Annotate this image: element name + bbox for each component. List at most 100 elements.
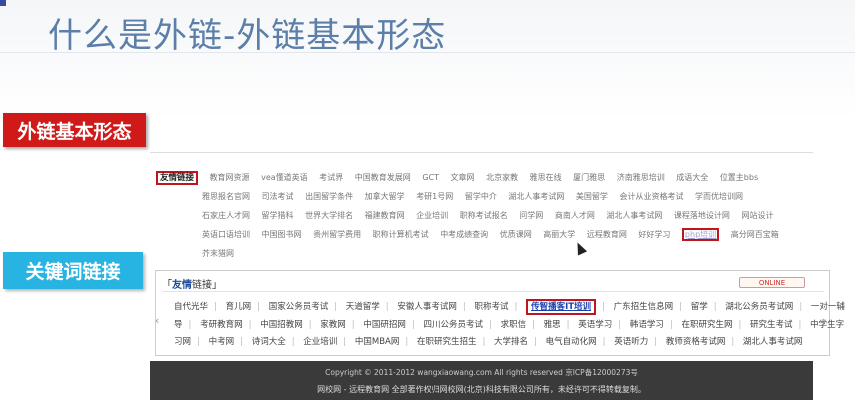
label-basic-form: 外链基本形态 xyxy=(3,113,146,147)
link-item[interactable]: 厦门雅思 xyxy=(573,173,605,182)
link-item[interactable]: 学而优培训网 xyxy=(695,192,743,201)
link-item[interactable]: 教育网资源 xyxy=(210,173,250,182)
link-item[interactable]: 文章网 xyxy=(451,173,475,182)
link-item[interactable]: 职称考试 xyxy=(474,302,508,312)
link-item[interactable]: 加拿大留学 xyxy=(365,192,405,201)
link-item[interactable]: 中国研招网 xyxy=(363,320,406,330)
footer-rights: 网校网 - 远程教育网 全部著作权归网校网(北京)科技有限公司所有，未经许可不得… xyxy=(317,385,646,394)
link-item[interactable]: 考研教育网 xyxy=(200,320,243,330)
link-item[interactable]: 留学中介 xyxy=(465,192,497,201)
link-item[interactable]: 商南人才网 xyxy=(555,211,595,220)
scroll-left-arrow-icon[interactable]: ‹ xyxy=(155,314,159,327)
link-item[interactable]: 成语大全 xyxy=(676,173,708,182)
link-item[interactable]: 四川公务员考试 xyxy=(423,320,483,330)
link-item[interactable]: 湖北人事考试网 xyxy=(606,211,662,220)
link-item[interactable]: 北京家教 xyxy=(486,173,518,182)
link-item[interactable]: 石家庄人才网 xyxy=(202,211,250,220)
link-item[interactable]: 中考网 xyxy=(209,337,235,347)
link-item[interactable]: 会计从业资格考试 xyxy=(619,192,683,201)
link-item[interactable]: 研究生考试 xyxy=(750,320,793,330)
link-item[interactable]: 湖北公务员考试网 xyxy=(725,302,793,312)
link-item[interactable]: 高分网百宝箱 xyxy=(731,230,779,239)
slide-title: 什么是外链-外链基本形态 xyxy=(48,16,447,56)
link-item[interactable]: 出国留学条件 xyxy=(305,192,353,201)
link-item[interactable]: 安徽人事考试网 xyxy=(397,302,457,312)
link-item[interactable]: 考研1号网 xyxy=(416,192,453,201)
link-item[interactable]: 中考成绩查询 xyxy=(440,230,488,239)
link-item[interactable]: 考试界 xyxy=(319,173,343,182)
friend-links-row-5: 芥末猎网 xyxy=(202,248,243,259)
friend-links-row-2: 雅思报名官网 司法考试 出国留学条件 加拿大留学 考研1号网 留学中介 湖北人事… xyxy=(202,191,752,202)
link-item[interactable]: 留学 xyxy=(691,302,708,312)
link-item[interactable]: 英语学习 xyxy=(578,320,612,330)
link-item[interactable]: 自代光华 xyxy=(174,302,208,312)
link-item[interactable]: 课程落地设计网 xyxy=(674,211,730,220)
highlighted-link-itcast[interactable]: 传智播客IT培训 xyxy=(526,299,597,315)
link-item[interactable]: 高丽大学 xyxy=(543,230,575,239)
link-item[interactable]: 中国教育发展网 xyxy=(355,173,411,182)
link-item[interactable]: 湖北人事考试网 xyxy=(508,192,564,201)
link-item[interactable]: 世界大学排名 xyxy=(305,211,353,220)
link-item[interactable]: 大学排名 xyxy=(494,337,528,347)
friend-links-screenshot-plain: 友情链接 教育网资源 vea懂道英语 考试界 中国教育发展网 GCT 文章网 北… xyxy=(150,152,813,258)
link-item[interactable]: 广东招生信息网 xyxy=(614,302,674,312)
link-item[interactable]: 习网 xyxy=(174,337,191,347)
keyword-links-row-2: 导 | 考研教育网 | 中国招教网 | 家教网 | 中国研招网 | 四川公务员考试 | 求职… xyxy=(174,320,845,330)
link-item[interactable]: 企业培训 xyxy=(303,337,337,347)
link-item[interactable]: 育儿网 xyxy=(226,302,252,312)
link-item[interactable]: 职称考试报名 xyxy=(460,211,508,220)
friend-links-box-heading: 「友情链接」 xyxy=(162,280,222,291)
link-item[interactable]: 英语口语培训 xyxy=(202,230,250,239)
link-item[interactable]: 国家公务员考试 xyxy=(269,302,329,312)
link-item[interactable]: 贵州留学费用 xyxy=(313,230,361,239)
scroll-right-arrow-icon[interactable]: › xyxy=(822,314,826,327)
link-item[interactable]: 家教网 xyxy=(320,320,346,330)
link-item[interactable]: 问学网 xyxy=(519,211,543,220)
link-item[interactable]: 好好学习 xyxy=(638,230,670,239)
friend-links-row-4: 英语口语培训 中国图书网 贵州留学费用 职称计算机考试 中考成绩查询 优质课网 … xyxy=(202,228,788,241)
link-item[interactable]: 诗词大全 xyxy=(252,337,286,347)
highlighted-link-php[interactable]: php培训 xyxy=(681,228,720,241)
footer-copyright: Copyright © 2011-2012 wangxiaowang.com A… xyxy=(325,368,638,377)
link-item[interactable]: 中国招教网 xyxy=(260,320,303,330)
corner-mark xyxy=(0,0,6,6)
link-item[interactable]: 雅思在线 xyxy=(530,173,562,182)
link-item[interactable]: 雅思报名官网 xyxy=(202,192,250,201)
link-item[interactable]: 在职研究生招生 xyxy=(417,337,477,347)
link-item[interactable]: 美国留学 xyxy=(576,192,608,201)
link-item[interactable]: 一对一辅 xyxy=(811,302,845,312)
link-item[interactable]: 雅思 xyxy=(544,320,561,330)
link-item[interactable]: 电气自动化网 xyxy=(546,337,597,347)
link-item[interactable]: 留学猎科 xyxy=(262,211,294,220)
link-item[interactable]: 网站设计 xyxy=(741,211,773,220)
link-item[interactable]: 中学生字 xyxy=(810,320,844,330)
label-keyword-link: 关键词链接 xyxy=(3,252,143,289)
link-item[interactable]: GCT xyxy=(422,173,439,182)
link-item[interactable]: 湖北人事考试网 xyxy=(743,337,803,347)
link-item[interactable]: 中国图书网 xyxy=(262,230,302,239)
site-footer: Copyright © 2011-2012 wangxiaowang.com A… xyxy=(150,361,813,400)
link-item[interactable]: 中国MBA网 xyxy=(355,337,399,347)
link-item[interactable]: 天道留学 xyxy=(346,302,380,312)
link-item[interactable]: 济南雅思培训 xyxy=(617,173,665,182)
link-item[interactable]: 优质课网 xyxy=(500,230,532,239)
online-badge[interactable]: ONLINE xyxy=(739,277,805,288)
heading-prefix: 友情 xyxy=(172,280,192,291)
link-item[interactable]: 韩语学习 xyxy=(630,320,664,330)
link-item[interactable]: 求职信 xyxy=(501,320,527,330)
friend-links-row-1: 友情链接 教育网资源 vea懂道英语 考试界 中国教育发展网 GCT 文章网 北… xyxy=(156,171,767,185)
link-item[interactable]: 芥末猎网 xyxy=(202,249,234,258)
link-item[interactable]: vea懂道英语 xyxy=(261,173,308,182)
link-item[interactable]: 福建教育网 xyxy=(365,211,405,220)
link-item[interactable]: 职称计算机考试 xyxy=(373,230,429,239)
friend-links-screenshot-keyword: 「友情链接」 ONLINE 自代光华 | 育儿网 | 国家公务员考试 | 天道留学 | … xyxy=(155,270,845,356)
link-item[interactable]: 企业培训 xyxy=(416,211,448,220)
keyword-links-row-1: 自代光华 | 育儿网 | 国家公务员考试 | 天道留学 | 安徽人事考试网 | 职称考试 |… xyxy=(174,299,851,315)
link-item[interactable]: 导 xyxy=(174,320,183,330)
link-item[interactable]: 在职研究生网 xyxy=(681,320,732,330)
link-item[interactable]: 英语听力 xyxy=(614,337,648,347)
link-item[interactable]: 远程教育网 xyxy=(587,230,627,239)
link-item[interactable]: 教师资格考试网 xyxy=(666,337,726,347)
link-item[interactable]: 司法考试 xyxy=(262,192,294,201)
link-item[interactable]: 位置主bbs xyxy=(720,173,758,182)
